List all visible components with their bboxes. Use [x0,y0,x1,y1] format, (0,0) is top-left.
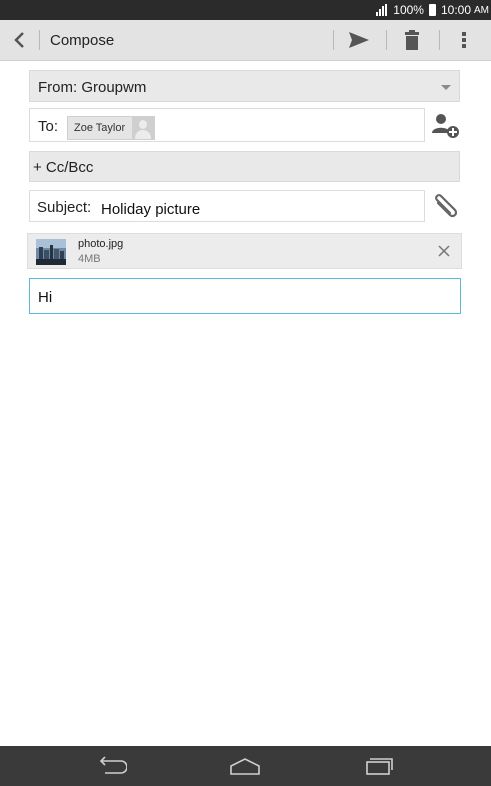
divider [439,30,440,50]
status-bar: 100% 10:00 AM [0,0,491,20]
from-label: From: Groupwm [38,79,147,96]
back-icon[interactable] [8,28,30,52]
recipient-chip[interactable]: Zoe Taylor [67,116,156,140]
subject-field[interactable]: Subject: Holiday picture [29,190,425,222]
photo-thumbnail-icon [36,239,66,265]
attachment-name: photo.jpg [78,238,124,250]
page-title: Compose [50,32,115,49]
back-nav-icon[interactable] [96,754,128,778]
cc-bcc-label: + Cc/Bcc [33,159,94,176]
attachment-size: 4MB [78,253,101,265]
status-indicators: 100% 10:00 AM [376,3,489,17]
cc-bcc-button[interactable]: + Cc/Bcc [29,151,460,182]
signal-icon [376,4,388,16]
message-body-field[interactable]: Hi [29,278,461,314]
navigation-bar [0,746,491,786]
status-time: 10:00 [440,3,471,17]
divider [333,30,334,50]
to-label: To: [38,118,59,135]
recent-apps-icon[interactable] [362,754,394,778]
status-ampm: AM [474,5,489,16]
battery-icon [428,4,436,16]
overflow-menu-icon[interactable] [452,28,476,52]
recipient-name: Zoe Taylor [74,122,126,134]
paperclip-icon[interactable] [432,194,458,220]
action-bar: Compose [0,20,491,61]
divider [386,30,387,50]
close-icon[interactable] [436,243,452,259]
attachment-item[interactable]: photo.jpg 4MB [27,233,462,269]
divider [39,30,40,50]
add-contact-icon[interactable] [432,113,460,139]
to-field[interactable]: To: Zoe Taylor [29,108,425,142]
home-icon[interactable] [229,754,261,778]
subject-input[interactable]: Holiday picture [101,201,200,218]
battery-percent: 100% [393,3,424,17]
subject-label: Subject: [37,199,92,216]
from-dropdown[interactable]: From: Groupwm [29,70,460,102]
send-icon[interactable] [344,28,374,52]
chevron-down-icon [441,85,451,90]
avatar-icon [132,117,155,139]
delete-icon[interactable] [399,28,425,52]
message-body-text: Hi [38,289,53,306]
